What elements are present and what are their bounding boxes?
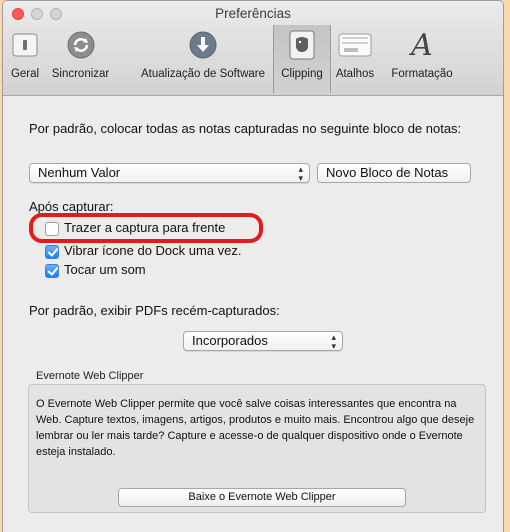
popup-arrows-icon: ▴ ▾	[331, 332, 336, 351]
play-sound-checkbox[interactable]	[45, 264, 59, 278]
toolbar-item-formatacao[interactable]: A Formatação	[387, 25, 457, 93]
notebook-select-value: Nenhum Valor	[38, 165, 121, 180]
preferences-window: Preferências Geral Sincronizar Atualizaç…	[2, 0, 504, 532]
toolbar-item-clipping[interactable]: Clipping	[273, 25, 331, 93]
pdf-display-select[interactable]: Incorporados ▴ ▾	[183, 331, 343, 351]
keyboard-icon	[335, 27, 375, 63]
evernote-elephant-icon	[282, 27, 322, 63]
bounce-dock-icon-label: Vibrar ícone do Dock uma vez.	[64, 243, 242, 258]
play-sound-label: Tocar um som	[64, 262, 146, 277]
download-icon	[183, 27, 223, 63]
font-icon: A	[411, 27, 433, 63]
switch-icon	[5, 27, 45, 63]
bounce-dock-icon-checkbox[interactable]	[45, 245, 59, 259]
download-web-clipper-button[interactable]: Baixe o Evernote Web Clipper	[118, 488, 406, 507]
popup-arrows-icon: ▴ ▾	[298, 164, 303, 183]
toolbar-label: Clipping	[281, 68, 323, 80]
notebook-select[interactable]: Nenhum Valor ▴ ▾	[29, 163, 310, 183]
notebook-prompt: Por padrão, colocar todas as notas captu…	[29, 121, 462, 136]
web-clipper-description: O Evernote Web Clipper permite que você …	[36, 398, 475, 458]
pdf-label: Por padrão, exibir PDFs recém-capturados…	[29, 303, 280, 318]
title-bar: Preferências Geral Sincronizar Atualizaç…	[3, 1, 503, 96]
toolbar-label: Atalhos	[335, 68, 375, 80]
after-capture-heading: Após capturar:	[29, 199, 114, 214]
toolbar-item-sincronizar[interactable]: Sincronizar	[43, 25, 118, 93]
toolbar-item-geral[interactable]: Geral	[8, 25, 42, 93]
toolbar-item-atalhos[interactable]: Atalhos	[333, 25, 377, 93]
toolbar-item-atualizacao[interactable]: Atualização de Software	[135, 25, 271, 93]
toolbar-label: Geral	[10, 68, 40, 80]
toolbar-label: Formatação	[391, 68, 453, 80]
highlight-annotation	[29, 213, 263, 243]
toolbar-label: Sincronizar	[51, 68, 110, 80]
new-notebook-button[interactable]: Novo Bloco de Notas	[317, 163, 471, 183]
pdf-display-select-value: Incorporados	[192, 333, 268, 348]
window-title: Preferências	[215, 6, 291, 21]
toolbar-label: Atualização de Software	[140, 68, 266, 80]
web-clipper-title: Evernote Web Clipper	[36, 370, 144, 382]
clipping-preferences-panel: Por padrão, colocar todas as notas captu…	[3, 96, 503, 532]
sync-icon	[61, 27, 101, 63]
